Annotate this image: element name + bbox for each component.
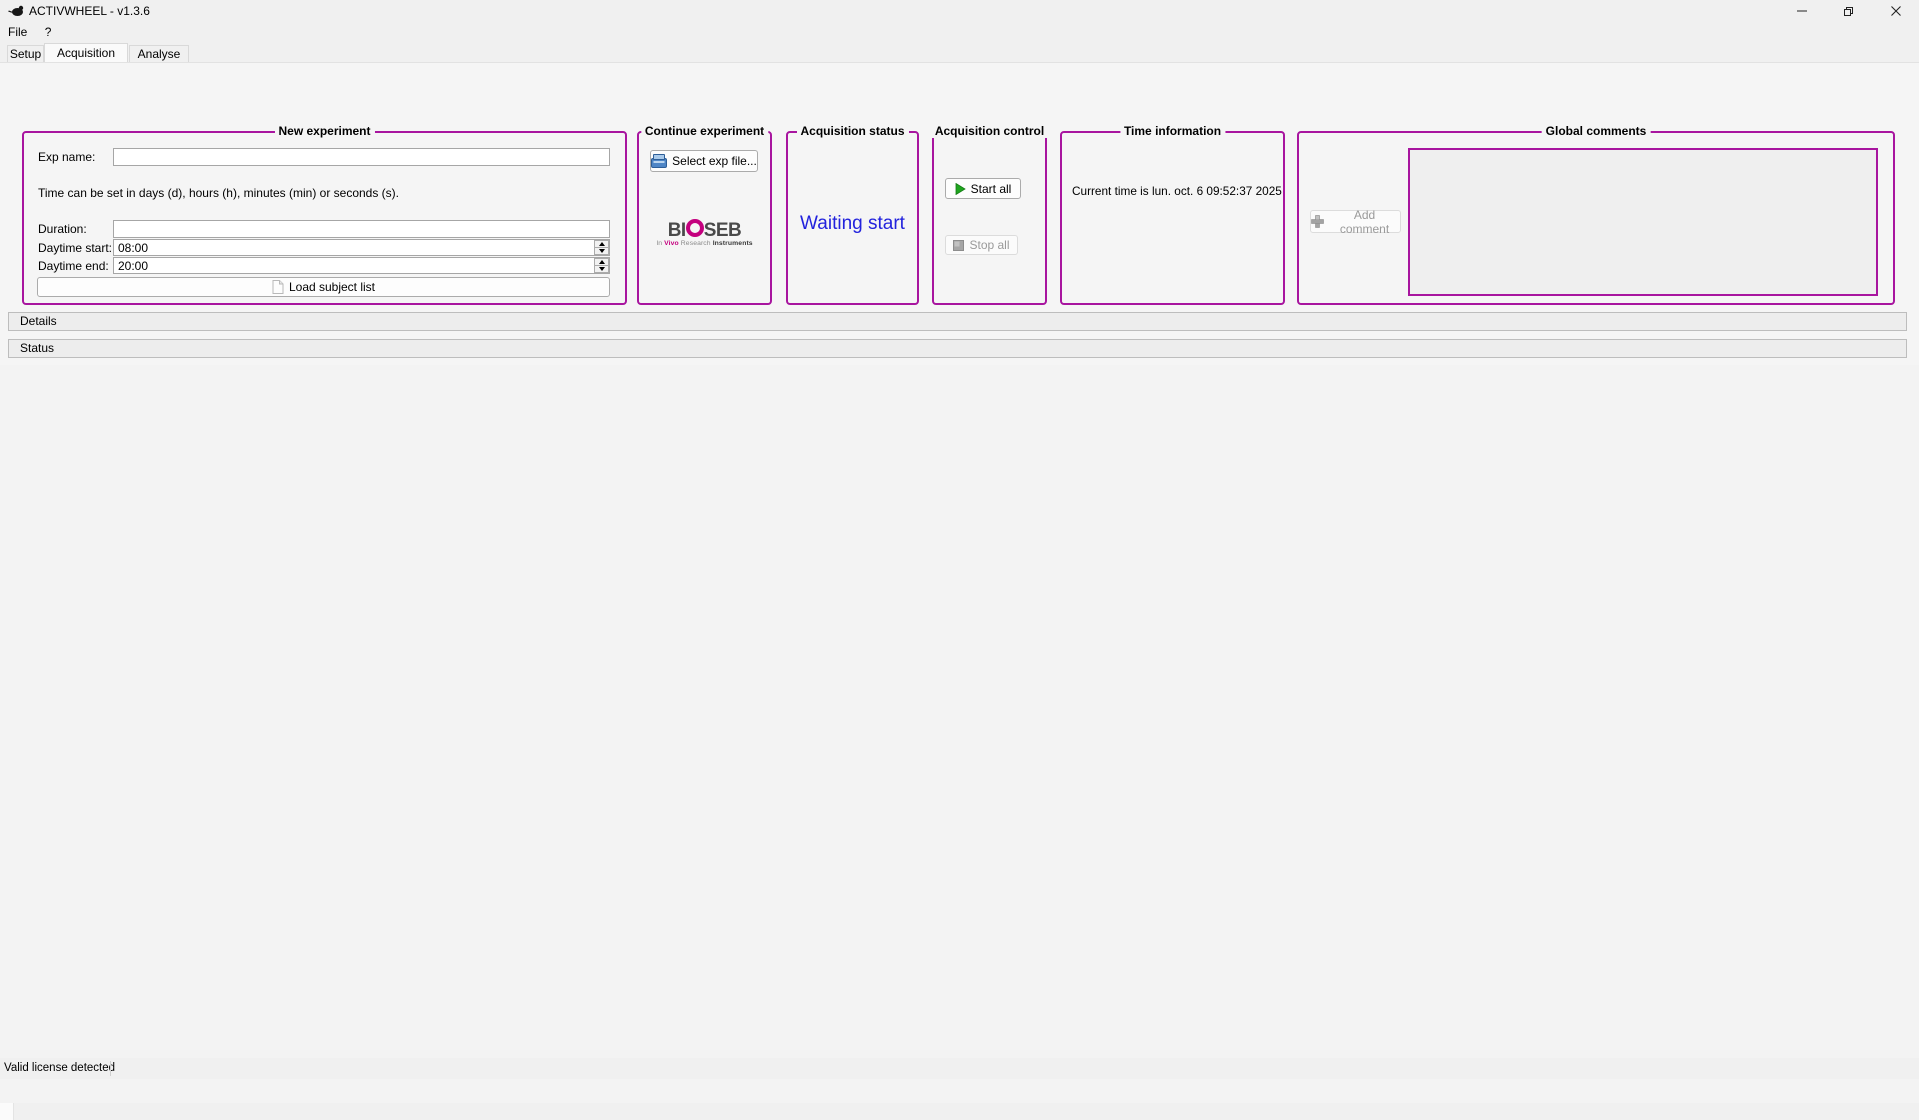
- close-button[interactable]: [1872, 0, 1919, 22]
- bioseb-logo: BISEB In Vivo Research Instruments: [639, 219, 770, 247]
- document-icon: [272, 280, 284, 294]
- up-arrow-icon: [599, 260, 605, 264]
- tab-setup[interactable]: Setup: [7, 45, 44, 62]
- daytime-start-input[interactable]: [114, 240, 609, 255]
- daytime-end-field[interactable]: [113, 257, 610, 274]
- status-section-header[interactable]: Status: [8, 339, 1907, 358]
- daytime-end-label: Daytime end:: [38, 259, 109, 273]
- minimize-icon: [1797, 6, 1807, 16]
- stop-all-button[interactable]: Stop all: [945, 235, 1018, 255]
- menu-file[interactable]: File: [1, 22, 34, 42]
- duration-field[interactable]: [113, 220, 610, 238]
- status-bar-separator: [110, 1061, 111, 1076]
- start-all-button[interactable]: Start all: [945, 178, 1021, 199]
- down-arrow-icon: [599, 267, 605, 271]
- restore-icon: [1843, 6, 1854, 17]
- menu-help[interactable]: ?: [38, 22, 59, 42]
- daytime-start-spin-up[interactable]: [594, 240, 609, 248]
- time-hint-text: Time can be set in days (d), hours (h), …: [38, 186, 399, 200]
- menu-bar: File ?: [0, 22, 1919, 42]
- daytime-start-label: Daytime start:: [38, 241, 112, 255]
- exp-name-field[interactable]: [113, 148, 610, 166]
- add-comment-button[interactable]: Add comment: [1310, 210, 1401, 233]
- status-label: Status: [20, 341, 54, 355]
- load-subject-list-button[interactable]: Load subject list: [37, 277, 610, 297]
- group-global-comments: Global comments Add comment: [1297, 131, 1895, 305]
- group-acquisition-control-title: Acquisition control: [931, 124, 1048, 138]
- play-icon: [955, 183, 966, 195]
- bioseb-logo-wordmark: BISEB: [639, 219, 770, 240]
- tab-analyse[interactable]: Analyse: [129, 45, 189, 62]
- group-global-comments-title: Global comments: [1542, 124, 1651, 138]
- status-bar: Valid license detected: [0, 1058, 1919, 1079]
- daytime-end-spinner: [594, 258, 609, 273]
- up-arrow-icon: [599, 242, 605, 246]
- load-subject-list-label: Load subject list: [289, 280, 375, 294]
- start-all-label: Start all: [971, 182, 1012, 196]
- tab-acquisition[interactable]: Acquisition: [44, 43, 128, 62]
- plus-icon: [1311, 215, 1324, 228]
- group-new-experiment-title: New experiment: [274, 124, 374, 138]
- scrollbar-corner: [0, 1103, 14, 1120]
- window-title: ACTIVWHEEL - v1.3.6: [29, 4, 150, 18]
- group-continue-experiment-title: Continue experiment: [641, 124, 768, 138]
- exp-name-label: Exp name:: [38, 150, 95, 164]
- close-icon: [1891, 6, 1901, 16]
- duration-label: Duration:: [38, 222, 87, 236]
- title-bar: ACTIVWHEEL - v1.3.6: [0, 0, 1919, 22]
- restore-button[interactable]: [1825, 0, 1872, 22]
- daytime-start-field[interactable]: [113, 239, 610, 256]
- tab-strip: Setup Acquisition Analyse: [0, 42, 1919, 62]
- floppy-disk-icon: [651, 154, 667, 168]
- group-time-information: Time information Current time is lun. oc…: [1060, 131, 1285, 305]
- group-time-information-title: Time information: [1120, 124, 1225, 138]
- group-continue-experiment: Continue experiment Select exp file... B…: [637, 131, 772, 305]
- add-comment-label: Add comment: [1329, 208, 1400, 236]
- global-comments-list[interactable]: [1408, 148, 1878, 296]
- details-label: Details: [20, 314, 57, 328]
- daytime-start-spinner: [594, 240, 609, 255]
- group-acquisition-control: Acquisition control Start all Stop all: [932, 131, 1047, 305]
- down-arrow-icon: [599, 249, 605, 253]
- daytime-end-spin-up[interactable]: [594, 258, 609, 266]
- stop-all-label: Stop all: [969, 238, 1009, 252]
- group-new-experiment: New experiment Exp name: Time can be set…: [22, 131, 627, 305]
- group-acquisition-status-title: Acquisition status: [796, 124, 908, 138]
- bioseb-logo-tagline: In Vivo Research Instruments: [639, 240, 770, 247]
- current-time-text: Current time is lun. oct. 6 09:52:37 202…: [1072, 184, 1282, 198]
- minimize-button[interactable]: [1778, 0, 1825, 22]
- daytime-end-input[interactable]: [114, 258, 609, 273]
- stop-icon: [953, 240, 964, 251]
- acquisition-status-text: Waiting start: [788, 213, 917, 235]
- group-acquisition-status: Acquisition status Waiting start: [786, 131, 919, 305]
- exp-name-input[interactable]: [114, 149, 609, 165]
- select-exp-file-button[interactable]: Select exp file...: [650, 150, 758, 172]
- acquisition-tab-page: New experiment Exp name: Time can be set…: [0, 62, 1919, 1058]
- details-section-header[interactable]: Details: [8, 312, 1907, 331]
- daytime-end-spin-down[interactable]: [594, 266, 609, 273]
- status-section-content: [0, 365, 1919, 1103]
- license-status-text: Valid license detected: [4, 1062, 115, 1074]
- app-mouse-icon: [8, 4, 24, 18]
- daytime-start-spin-down[interactable]: [594, 248, 609, 255]
- duration-input[interactable]: [114, 221, 609, 237]
- select-exp-file-label: Select exp file...: [672, 154, 757, 168]
- logo-o-ring-icon: [686, 219, 704, 237]
